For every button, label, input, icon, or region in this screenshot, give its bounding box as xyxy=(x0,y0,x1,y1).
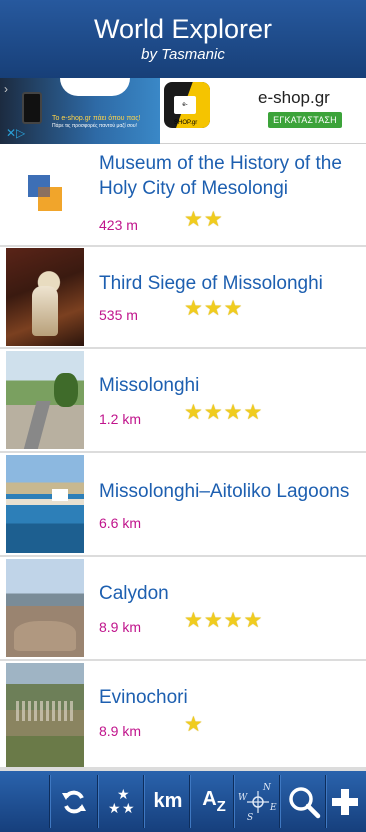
list-item[interactable]: Third Siege of Missolonghi 535 m ★★★ xyxy=(0,247,366,349)
list-item[interactable]: Museum of the History of the Holy City o… xyxy=(0,145,366,247)
ad-shopping-bag-graphic xyxy=(60,78,130,96)
refresh-button[interactable] xyxy=(51,771,97,832)
rating-stars: ★★★★ xyxy=(184,401,264,424)
place-thumbnail xyxy=(6,559,84,657)
place-distance: 535 m xyxy=(99,307,138,323)
compass-w: W xyxy=(238,793,248,803)
ad-app-logo[interactable]: e-SHOP.gr xyxy=(164,82,210,128)
rating-stars: ★★ xyxy=(184,208,224,231)
museum-icon xyxy=(6,147,84,245)
place-distance: 423 m xyxy=(99,217,138,233)
place-name: Missolonghi–Aitoliko Lagoons xyxy=(99,481,350,502)
place-thumbnail xyxy=(6,248,84,346)
sort-by-rating-button[interactable]: ★ ★ ★ xyxy=(99,771,145,832)
place-thumbnail xyxy=(6,351,84,449)
ad-arrow-icon: › xyxy=(4,82,8,96)
svg-text:★: ★ xyxy=(108,801,121,817)
place-thumbnail xyxy=(6,455,84,553)
list-item[interactable]: Calydon 8.9 km ★★★★ xyxy=(0,557,366,661)
ad-logo-text: e-SHOP.gr xyxy=(174,96,197,126)
place-thumbnail xyxy=(6,663,84,767)
bottom-toolbar: ★ ★ ★ km AZ N W E S xyxy=(0,769,366,832)
rating-sort-icon: ★ ★ ★ xyxy=(108,787,135,817)
search-icon xyxy=(289,786,321,818)
place-distance: 8.9 km xyxy=(99,723,142,739)
place-distance: 6.6 km xyxy=(99,515,142,531)
places-list[interactable]: Museum of the History of the Holy City o… xyxy=(0,145,366,769)
compass-n: N xyxy=(262,783,272,793)
alphabetical-sort-icon: AZ xyxy=(202,788,226,815)
app-subtitle: by Tasmanic xyxy=(141,46,225,63)
svg-text:★: ★ xyxy=(122,801,135,817)
ad-close-icon[interactable]: ✕▷ xyxy=(6,126,25,140)
place-name: Evinochori xyxy=(99,687,188,708)
ad-subline: Πάρε τις προσφορές παντού μαζί σου! xyxy=(52,123,137,129)
app-title: World Explorer xyxy=(93,14,273,44)
compass-e: E xyxy=(269,803,277,813)
rating-stars: ★★★★ xyxy=(184,609,264,632)
place-distance: 8.9 km xyxy=(99,619,142,635)
search-button[interactable] xyxy=(281,771,327,832)
ad-phone-graphic xyxy=(22,92,42,124)
place-name: Third Siege of Missolonghi xyxy=(99,273,323,294)
app-header: World Explorer by Tasmanic xyxy=(0,0,366,78)
ad-brand-name[interactable]: e-shop.gr xyxy=(258,88,330,108)
place-name: Missolonghi xyxy=(99,375,200,396)
place-name: Calydon xyxy=(99,583,169,604)
place-name: Museum of the History of the Holy City o… xyxy=(99,153,342,199)
ad-banner[interactable]: Το e-shop.gr πάει όπου πας! Πάρε τις προ… xyxy=(0,78,366,144)
sort-alphabetical-button[interactable]: AZ xyxy=(191,771,237,832)
rating-stars: ★★★ xyxy=(184,297,244,320)
compass-button[interactable]: N W E S xyxy=(235,771,281,832)
refresh-icon xyxy=(62,790,86,813)
ad-headline: Το e-shop.gr πάει όπου πας! xyxy=(52,115,141,122)
place-distance: 1.2 km xyxy=(99,411,142,427)
ad-install-button[interactable]: ΕΓΚΑΤΑΣΤΑΣΗ xyxy=(268,112,342,128)
list-item[interactable]: Missolonghi–Aitoliko Lagoons 6.6 km xyxy=(0,453,366,557)
list-item[interactable]: Evinochori 8.9 km ★ xyxy=(0,661,366,769)
add-icon xyxy=(332,788,358,815)
distance-unit-button[interactable]: km xyxy=(145,771,191,832)
distance-unit-label: km xyxy=(153,790,183,812)
compass-icon: N W E S xyxy=(238,783,277,823)
add-button[interactable] xyxy=(324,771,366,832)
list-item[interactable]: Missolonghi 1.2 km ★★★★ xyxy=(0,349,366,453)
rating-stars: ★ xyxy=(184,713,204,736)
compass-s: S xyxy=(247,813,253,823)
